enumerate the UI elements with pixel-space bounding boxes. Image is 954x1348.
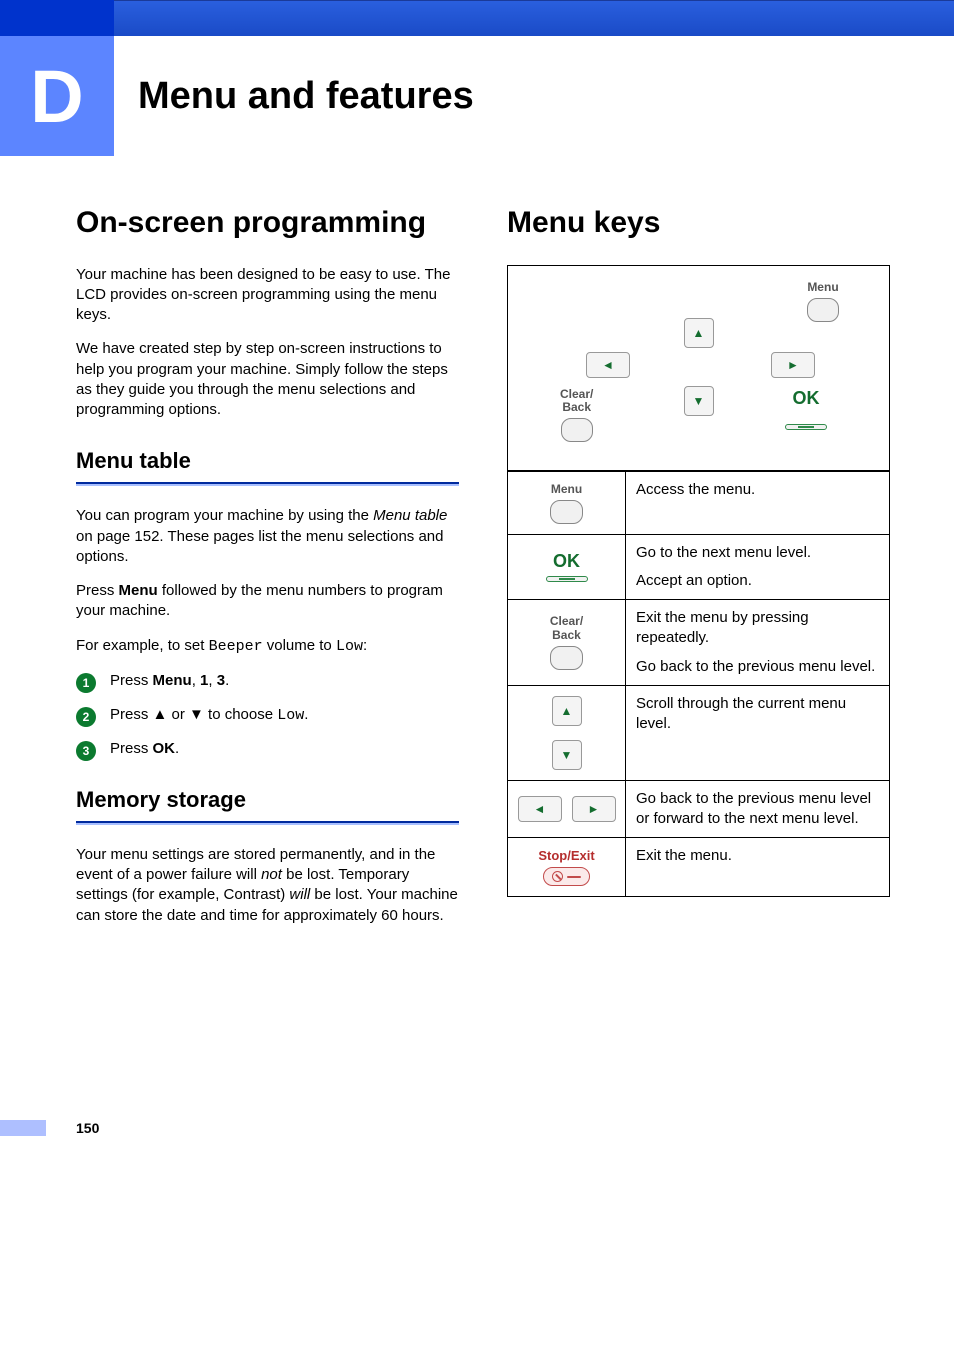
clear-back-button-icon <box>561 418 593 442</box>
step-badge-3: 3 <box>76 741 96 761</box>
header-band <box>0 0 954 36</box>
right-arrow-icon: ► <box>572 796 616 822</box>
footer-accent <box>0 1120 46 1136</box>
step-3: 3 Press OK. <box>76 739 459 759</box>
page-number: 150 <box>76 1120 99 1136</box>
menu-table-para-3: For example, to set Beeper volume to Low… <box>76 636 459 657</box>
up-arrow-icon: ▲ <box>552 696 582 726</box>
step-2: 2 Press ▲ or ▼ to choose Low. <box>76 705 459 725</box>
subsection-menu-table: Menu table <box>76 448 459 478</box>
label-menu: Menu <box>807 280 839 294</box>
right-arrow-icon: ► <box>771 352 815 378</box>
table-row: Clear/Back Exit the menu by pressing rep… <box>508 600 890 686</box>
right-column: Menu keys Menu ▲ ◄ ► ▼ Clear/Back OK <box>483 206 890 940</box>
intro-para-1: Your machine has been designed to be eas… <box>76 265 459 326</box>
row-desc: Scroll through the current menu level. <box>636 694 879 735</box>
table-row: OK Go to the next menu level. Accept an … <box>508 534 890 600</box>
row-desc: Access the menu. <box>636 480 879 500</box>
row-label-clear-back: Clear/Back <box>550 614 583 642</box>
menu-table-para-1: You can program your machine by using th… <box>76 506 459 567</box>
menu-keys-table: Menu Access the menu. OK Go to the next … <box>507 471 890 898</box>
left-arrow-icon: ◄ <box>586 352 630 378</box>
chapter-header: D Menu and features <box>0 36 954 156</box>
clear-back-button-icon <box>550 646 582 670</box>
keypad-diagram: Menu ▲ ◄ ► ▼ Clear/Back OK <box>507 265 890 471</box>
left-column: On-screen programming Your machine has b… <box>76 206 483 940</box>
row-desc: Exit the menu by pressing repeatedly. <box>636 608 879 649</box>
row-label-ok: OK <box>553 551 580 572</box>
label-clear-back: Clear/Back <box>560 388 593 414</box>
row-desc: Exit the menu. <box>636 846 879 866</box>
table-row: ◄ ► Go back to the previous menu level o… <box>508 780 890 838</box>
page-footer: 150 <box>0 1120 954 1166</box>
down-arrow-icon: ▼ <box>684 386 714 416</box>
down-arrow-icon: ▼ <box>552 740 582 770</box>
step-1: 1 Press Menu, 1, 3. <box>76 671 459 691</box>
rule <box>76 482 459 486</box>
left-arrow-icon: ◄ <box>518 796 562 822</box>
table-row: Stop/Exit Exit the menu. <box>508 838 890 897</box>
table-row: ▲ ▼ Scroll through the current menu leve… <box>508 685 890 780</box>
step-badge-2: 2 <box>76 707 96 727</box>
chapter-letter: D <box>0 36 114 156</box>
memory-para: Your menu settings are stored permanentl… <box>76 845 459 926</box>
chapter-title: Menu and features <box>138 75 474 118</box>
rule-2 <box>76 821 459 825</box>
menu-button-icon <box>807 298 839 322</box>
row-label-stop-exit: Stop/Exit <box>538 848 594 863</box>
stop-exit-button-icon <box>543 867 590 886</box>
row-desc: Accept an option. <box>636 571 879 591</box>
subsection-memory-storage: Memory storage <box>76 787 459 817</box>
row-label-menu: Menu <box>551 482 582 496</box>
intro-para-2: We have created step by step on-screen i… <box>76 339 459 420</box>
row-desc: Go back to the previous menu level or fo… <box>636 789 879 830</box>
table-row: Menu Access the menu. <box>508 471 890 534</box>
section-onscreen-programming: On-screen programming <box>76 206 459 241</box>
label-ok: OK <box>785 388 827 409</box>
up-arrow-icon: ▲ <box>684 318 714 348</box>
step-badge-1: 1 <box>76 673 96 693</box>
section-menu-keys: Menu keys <box>507 206 890 241</box>
row-desc: Go back to the previous menu level. <box>636 657 879 677</box>
menu-table-para-2: Press Menu followed by the menu numbers … <box>76 581 459 622</box>
menu-button-icon <box>550 500 582 524</box>
row-desc: Go to the next menu level. <box>636 543 879 563</box>
ok-button-icon <box>546 576 588 582</box>
ok-button-icon <box>785 424 827 430</box>
